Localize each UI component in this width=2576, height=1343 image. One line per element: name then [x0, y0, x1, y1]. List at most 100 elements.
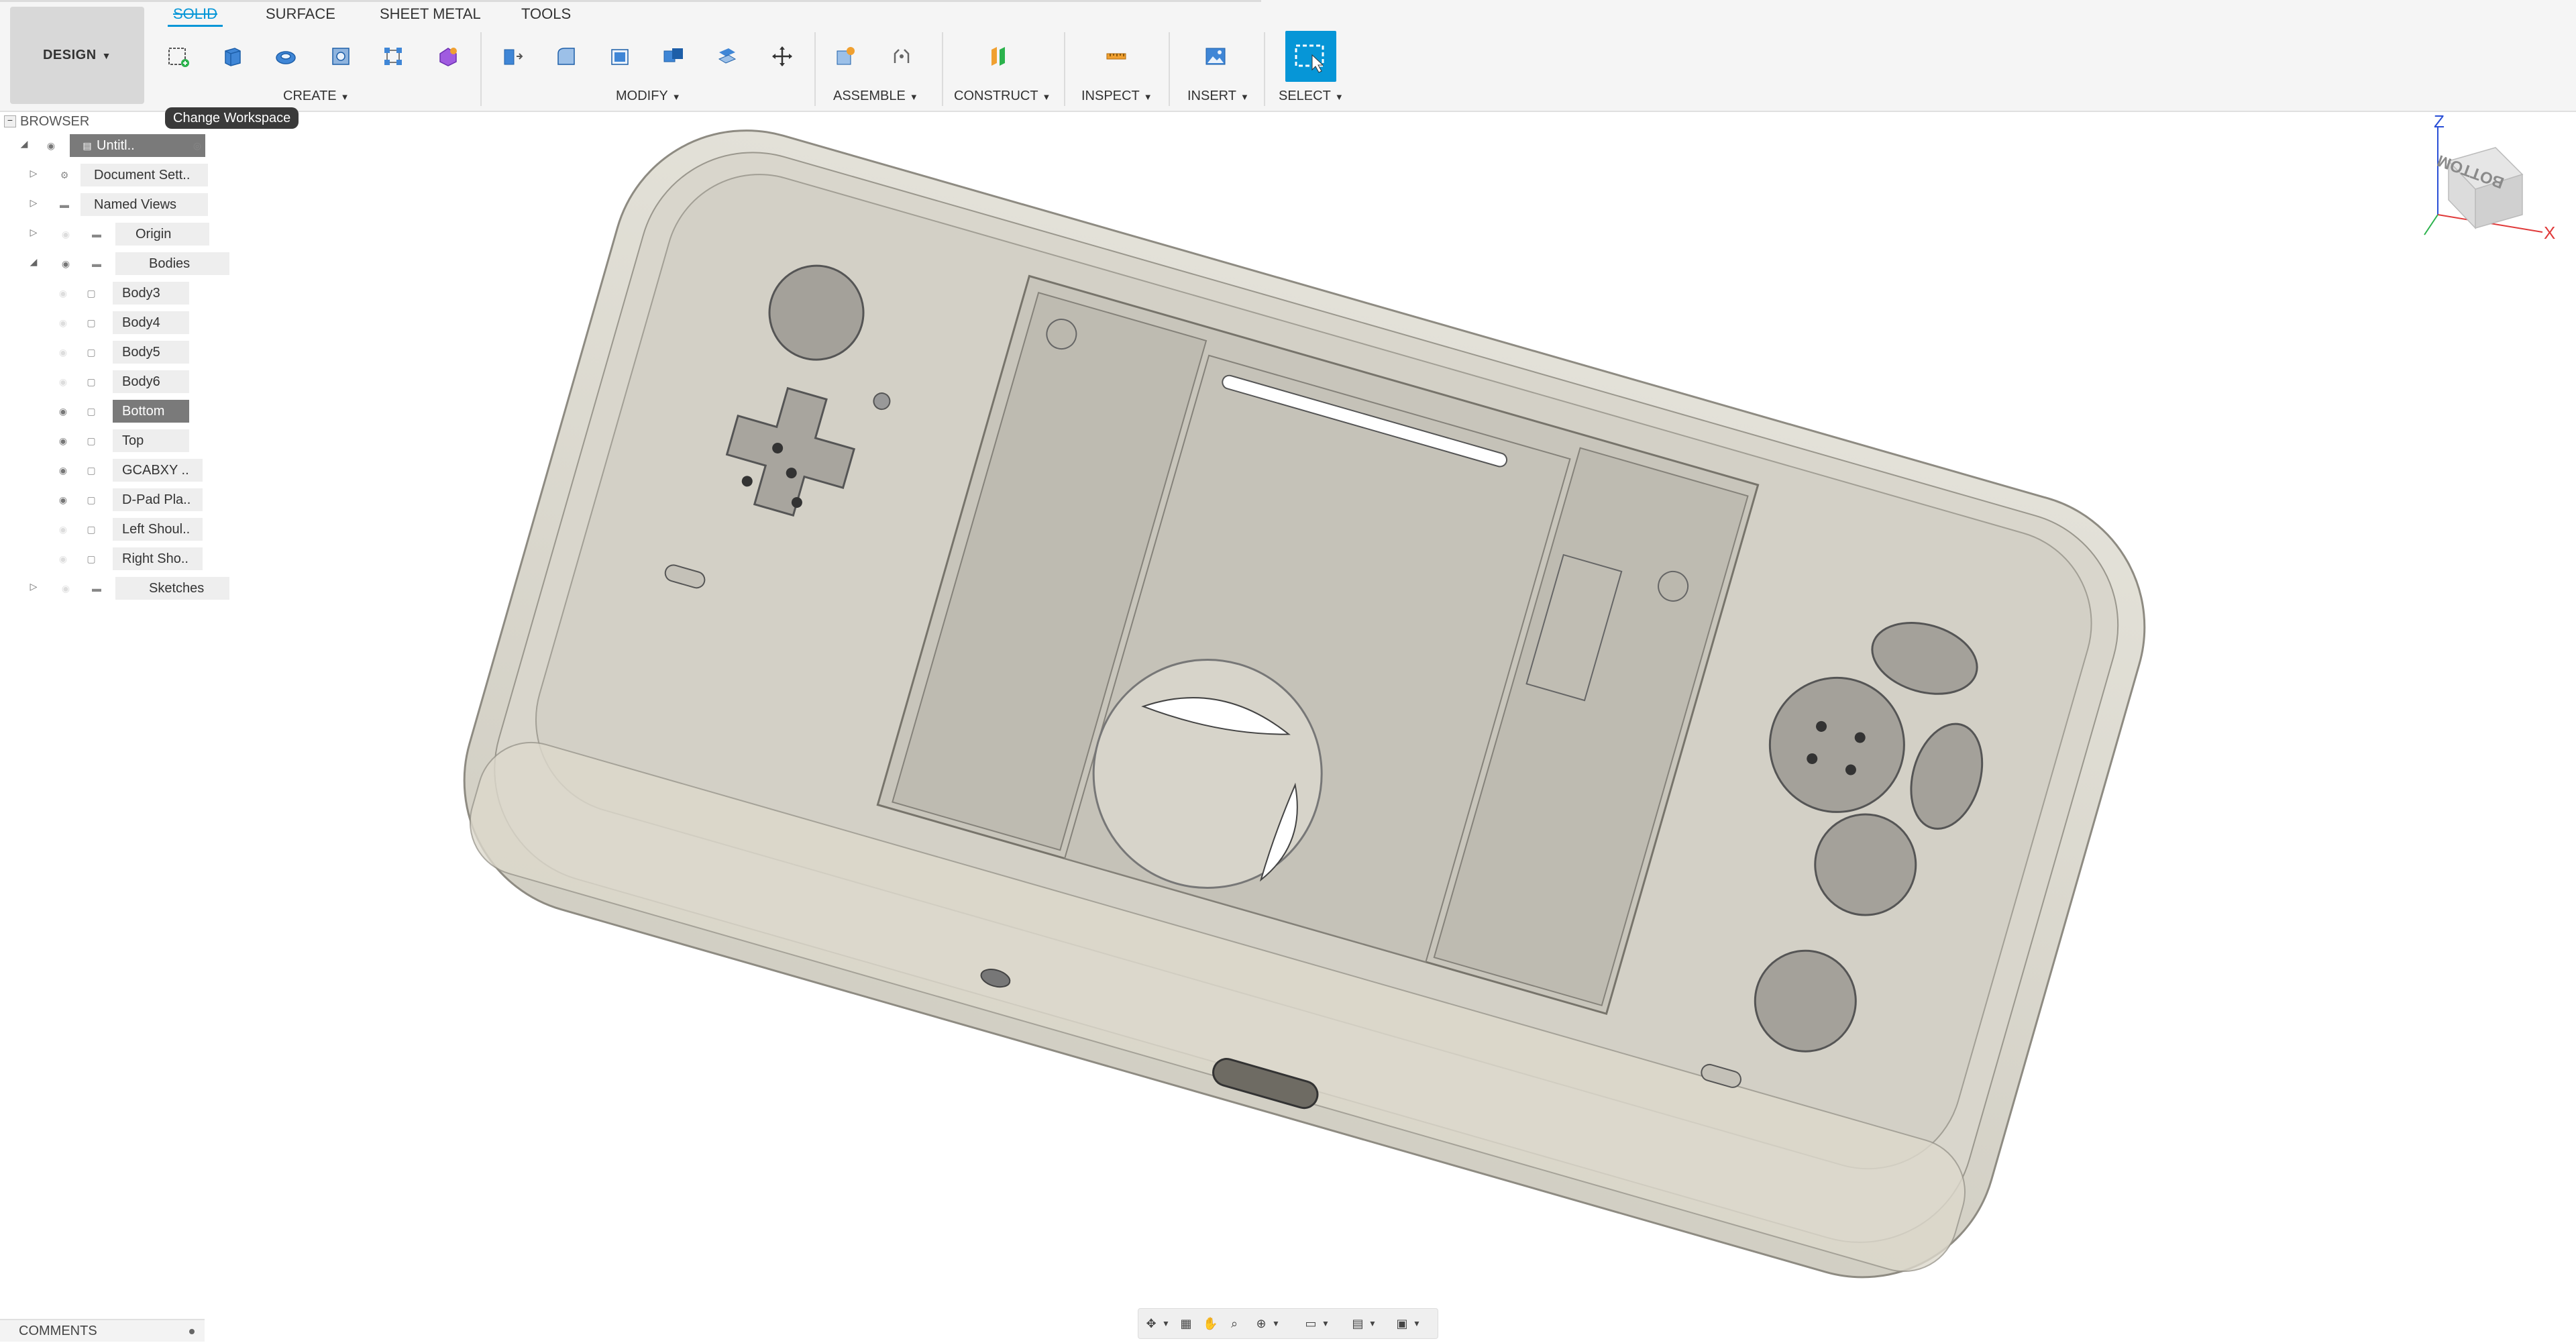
model-viewport[interactable]	[416, 114, 2174, 1315]
tree-item-document-settings[interactable]: ▷ ⚙ Document Sett..	[27, 164, 208, 188]
tab-tools[interactable]: TOOLS	[521, 5, 571, 23]
look-at-icon[interactable]: ▦	[1179, 1316, 1193, 1331]
tree-item-body[interactable]: ◉ ▢ D-Pad Pla..	[54, 488, 203, 513]
measure-icon[interactable]	[1104, 44, 1128, 68]
visibility-eye-icon[interactable]: ◉	[56, 553, 70, 564]
tree-item-body[interactable]: ◉ ▢ Right Sho..	[54, 547, 203, 572]
tree-item-body[interactable]: ◉ ▢ GCABXY ..	[54, 459, 203, 483]
visibility-eye-icon[interactable]: ◉	[59, 229, 72, 239]
game-console-model[interactable]	[433, 114, 2174, 1309]
expand-arrow-icon[interactable]: ▷	[27, 168, 40, 181]
visibility-eye-icon[interactable]: ◉	[44, 140, 58, 151]
tree-item-label[interactable]: GCABXY ..	[113, 459, 203, 482]
visibility-eye-icon[interactable]: ◉	[56, 347, 70, 358]
expand-arrow-icon[interactable]: ▷	[27, 227, 40, 240]
collapse-arrow-icon[interactable]: ◢	[17, 138, 31, 152]
visibility-eye-icon[interactable]: ◉	[59, 583, 72, 594]
tree-item-label[interactable]: Document Sett..	[80, 164, 208, 186]
hole-icon[interactable]	[329, 44, 353, 68]
visibility-eye-icon[interactable]: ◉	[56, 435, 70, 446]
tree-item-label[interactable]: Right Sho..	[113, 547, 203, 570]
insert-menu[interactable]: INSERT ▼	[1187, 89, 1249, 104]
collapse-browser-button[interactable]: −	[4, 115, 16, 127]
comments-toggle-icon[interactable]	[189, 1329, 195, 1334]
combine-icon[interactable]	[661, 44, 686, 68]
visibility-eye-icon[interactable]: ◉	[56, 317, 70, 328]
replace-face-icon[interactable]	[715, 44, 739, 68]
tree-item-body[interactable]: ◉ ▢ Body3	[54, 282, 201, 306]
visibility-eye-icon[interactable]: ◉	[59, 258, 72, 269]
expand-arrow-icon[interactable]: ▷	[27, 581, 40, 594]
select-button[interactable]	[1285, 31, 1336, 82]
fit-icon[interactable]: ⊕	[1254, 1316, 1269, 1331]
chevron-down-icon[interactable]: ▼	[1365, 1316, 1380, 1331]
tree-item-origin[interactable]: ▷ ◉ ▬ Origin	[27, 223, 209, 247]
move-icon[interactable]	[770, 44, 794, 68]
viewcube[interactable]: Z X BOTTOM	[2422, 114, 2556, 248]
tree-item-label[interactable]: Bodies	[115, 252, 229, 275]
expand-arrow-icon[interactable]: ▷	[27, 197, 40, 211]
tree-item-root[interactable]: ◢ ◉ Untitl.. ▤ ◎	[17, 134, 205, 158]
tree-item-label[interactable]: Named Views	[80, 193, 208, 216]
display-settings-icon[interactable]: ▭	[1303, 1316, 1318, 1331]
tree-item-label[interactable]: D-Pad Pla..	[113, 488, 203, 511]
visibility-eye-icon[interactable]: ◉	[56, 465, 70, 476]
tree-item-body[interactable]: ◉ ▢ Body6	[54, 370, 201, 394]
tab-surface[interactable]: SURFACE	[266, 5, 335, 23]
chevron-down-icon[interactable]: ▼	[1409, 1316, 1424, 1331]
joint-icon[interactable]	[890, 44, 914, 68]
chevron-down-icon[interactable]: ▼	[1159, 1316, 1173, 1331]
tree-item-named-views[interactable]: ▷ ▬ Named Views	[27, 193, 208, 217]
tab-solid[interactable]: SOLID	[167, 5, 223, 27]
visibility-eye-icon[interactable]: ◉	[56, 288, 70, 299]
create-form-icon[interactable]	[436, 44, 460, 68]
inspect-menu[interactable]: INSPECT ▼	[1081, 89, 1152, 104]
tree-item-label[interactable]: Origin	[115, 223, 209, 246]
tree-item-body[interactable]: ◉ ▢ Body4	[54, 311, 201, 335]
shell-icon[interactable]	[608, 44, 632, 68]
chevron-down-icon[interactable]: ▼	[1269, 1316, 1283, 1331]
tree-item-sketches[interactable]: ▷ ◉ ▬ Sketches	[27, 577, 229, 601]
visibility-eye-icon[interactable]: ◉	[56, 494, 70, 505]
grid-icon[interactable]: ▤	[1350, 1316, 1365, 1331]
tree-item-body-selected[interactable]: ◉ ▢ Bottom	[54, 400, 201, 424]
tree-item-label[interactable]: Left Shoul..	[113, 518, 203, 541]
revolve-icon[interactable]	[274, 44, 298, 68]
construct-menu[interactable]: CONSTRUCT ▼	[954, 89, 1051, 104]
tree-item-body[interactable]: ◉ ▢ Body5	[54, 341, 201, 365]
extrude-icon[interactable]	[220, 44, 244, 68]
tree-item-body[interactable]: ◉ ▢ Top	[54, 429, 201, 453]
visibility-eye-icon[interactable]: ◉	[56, 376, 70, 387]
create-sketch-icon[interactable]	[166, 44, 191, 68]
tree-item-label[interactable]: Top	[113, 429, 189, 452]
visibility-eye-icon[interactable]: ◉	[56, 524, 70, 535]
new-component-icon[interactable]	[833, 44, 857, 68]
collapse-arrow-icon[interactable]: ◢	[27, 256, 40, 270]
workspace-switcher-button[interactable]: DESIGN ▼	[10, 7, 144, 104]
tree-item-label[interactable]: Body3	[113, 282, 189, 305]
select-menu[interactable]: SELECT ▼	[1279, 89, 1344, 104]
modify-menu[interactable]: MODIFY ▼	[616, 89, 681, 104]
tree-item-body[interactable]: ◉ ▢ Left Shoul..	[54, 518, 203, 542]
orbit-icon[interactable]: ✥	[1144, 1316, 1159, 1331]
visibility-eye-icon[interactable]: ◉	[56, 406, 70, 417]
pan-icon[interactable]: ✋	[1203, 1316, 1218, 1331]
assemble-menu[interactable]: ASSEMBLE ▼	[833, 89, 918, 104]
zoom-icon[interactable]: ⌕	[1227, 1316, 1242, 1331]
create-menu[interactable]: CREATE ▼	[283, 89, 350, 104]
tree-item-label[interactable]: Body6	[113, 370, 189, 393]
press-pull-icon[interactable]	[500, 44, 525, 68]
viewports-icon[interactable]: ▣	[1395, 1316, 1409, 1331]
fillet-icon[interactable]	[554, 44, 578, 68]
pattern-icon[interactable]	[381, 44, 405, 68]
tree-item-bodies[interactable]: ◢ ◉ ▬ Bodies	[27, 252, 229, 276]
offset-plane-icon[interactable]	[986, 44, 1010, 68]
tree-item-label[interactable]: Sketches	[115, 577, 229, 600]
comments-panel[interactable]: COMMENTS	[0, 1319, 205, 1342]
activate-radio-icon[interactable]: ◎	[192, 140, 203, 151]
tree-item-label[interactable]: Bottom	[113, 400, 189, 423]
chevron-down-icon[interactable]: ▼	[1318, 1316, 1333, 1331]
insert-image-icon[interactable]	[1203, 44, 1228, 68]
tree-item-label[interactable]: Body4	[113, 311, 189, 334]
tab-sheet-metal[interactable]: SHEET METAL	[380, 5, 481, 23]
